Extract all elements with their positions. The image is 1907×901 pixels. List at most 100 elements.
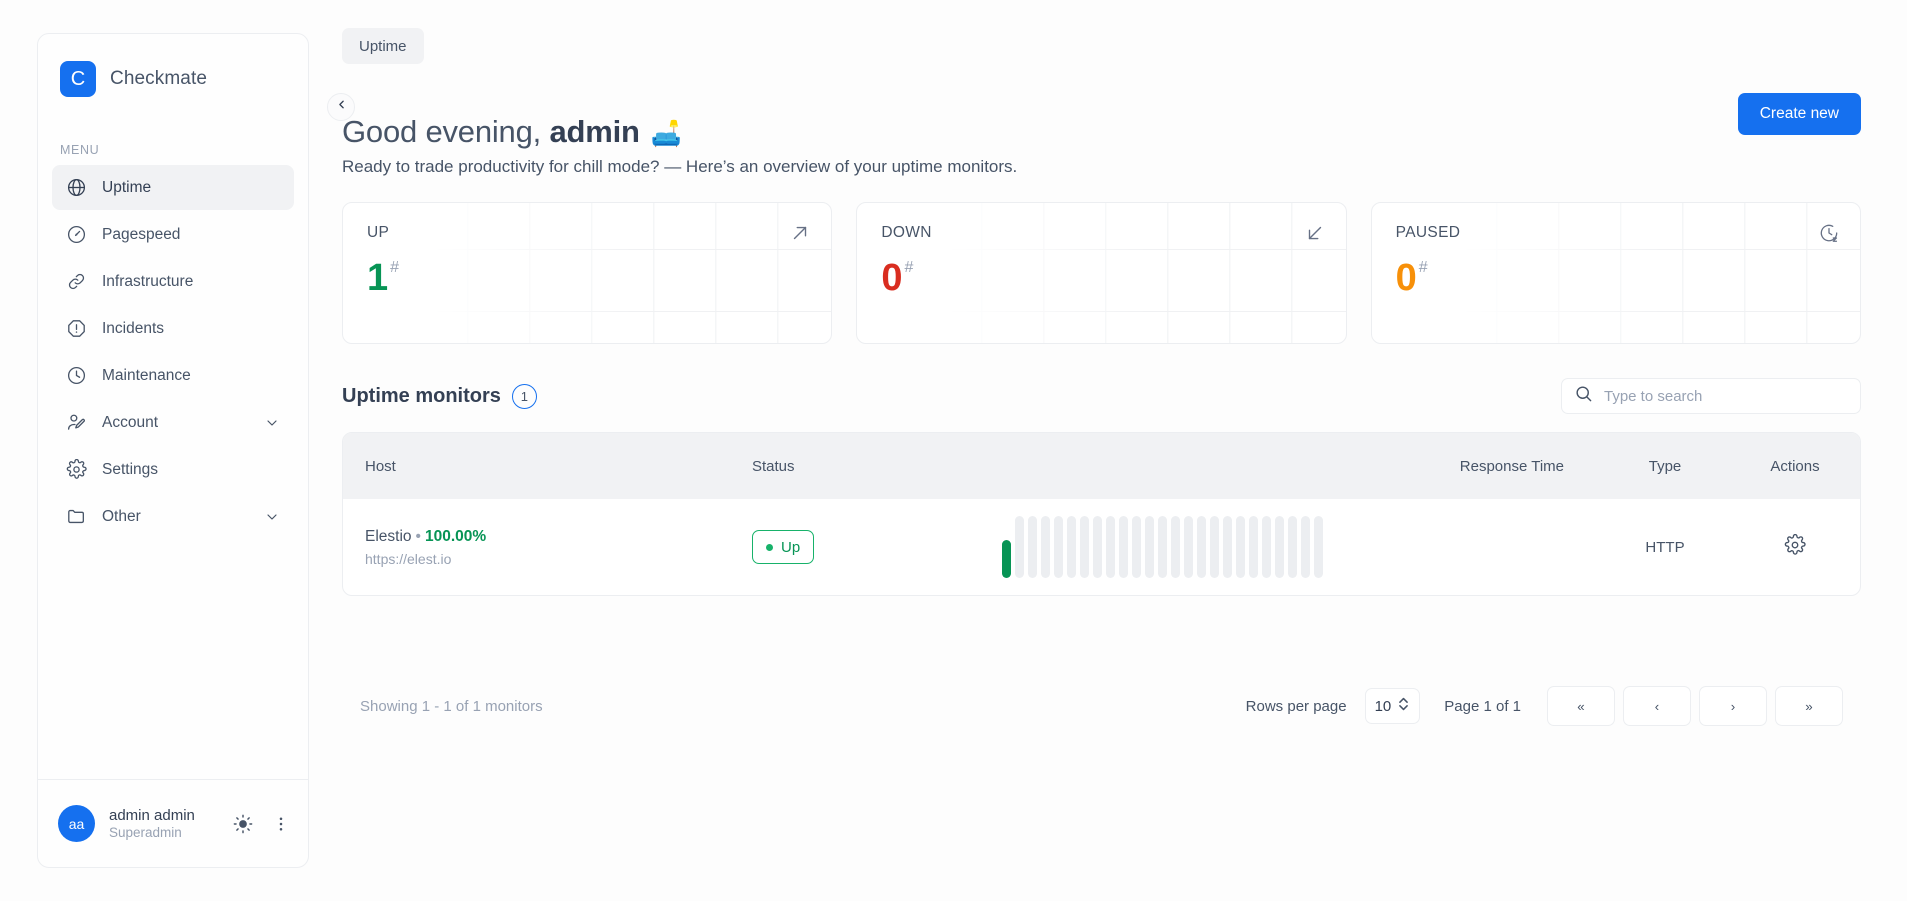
globe-icon — [66, 177, 87, 198]
sidebar-collapse-button[interactable] — [327, 93, 355, 121]
chevron-down-icon[interactable] — [264, 415, 280, 431]
alert-icon — [66, 318, 87, 339]
response-bar — [1262, 516, 1271, 578]
response-bar — [1288, 516, 1297, 578]
user-edit-icon — [66, 412, 87, 433]
brand: C Checkmate — [38, 34, 308, 97]
gear-icon — [66, 459, 87, 480]
stat-card-title: DOWN — [881, 224, 1321, 242]
menu-section-label: MENU — [38, 97, 308, 165]
link-icon — [66, 271, 87, 292]
sun-icon[interactable] — [232, 813, 254, 835]
rows-per-page-label: Rows per page — [1246, 698, 1347, 715]
sidebar-item-maintenance[interactable]: Maintenance — [52, 353, 294, 398]
stat-card-value-wrap: 0# — [881, 259, 913, 297]
first-page-button[interactable]: « — [1547, 686, 1615, 726]
response-bar — [1119, 516, 1128, 578]
column-header-status: Status — [730, 433, 980, 499]
stepper-icon — [1397, 695, 1410, 717]
arrow-up-right-icon — [789, 222, 811, 244]
response-bar — [1054, 516, 1063, 578]
brand-logo: C — [60, 61, 96, 97]
rows-per-page-value: 10 — [1375, 698, 1392, 715]
sidebar-nav: Uptime Pagespeed Infrastructure Incidents Ma… — [38, 165, 308, 539]
response-bar — [1184, 516, 1193, 578]
clock-pause-icon — [1818, 222, 1840, 244]
brand-name: Checkmate — [110, 68, 207, 90]
chevron-down-icon[interactable] — [264, 509, 280, 525]
avatar: aa — [58, 805, 95, 842]
stat-card-title: PAUSED — [1396, 224, 1836, 242]
breadcrumb[interactable]: Uptime — [342, 28, 424, 64]
stat-card-unit: # — [1419, 260, 1428, 276]
sidebar-item-uptime[interactable]: Uptime — [52, 165, 294, 210]
app-root: C Checkmate MENU Uptime Pagespeed Infrastr… — [0, 0, 1907, 901]
sidebar-item-other[interactable]: Other — [52, 494, 294, 539]
cell-status: Up — [730, 499, 980, 595]
table-header-row: Host Status Response Time Type Actions — [343, 433, 1860, 499]
response-bar — [1197, 516, 1206, 578]
cell-actions — [1730, 499, 1860, 595]
response-bar — [1275, 516, 1284, 578]
couch-emoji: 🛋️ — [651, 120, 682, 149]
response-bar — [1236, 516, 1245, 578]
sidebar-item-label: Other — [102, 508, 141, 526]
table-row[interactable]: Elestio•100.00%https://elest.ioUp HTTP — [343, 499, 1860, 595]
search-box[interactable] — [1561, 378, 1861, 414]
stat-card-up: UP1# — [342, 202, 832, 344]
sidebar-item-account[interactable]: Account — [52, 400, 294, 445]
sidebar-item-label: Infrastructure — [102, 273, 193, 291]
table-footer: Showing 1 - 1 of 1 monitors Rows per pag… — [342, 686, 1861, 726]
response-bar — [1028, 516, 1037, 578]
column-header-host: Host — [343, 433, 730, 499]
showing-text: Showing 1 - 1 of 1 monitors — [360, 698, 543, 715]
column-header-type: Type — [1600, 433, 1730, 499]
monitors-count-badge: 1 — [512, 384, 537, 409]
monitors-table: Host Status Response Time Type Actions E… — [342, 432, 1861, 596]
stat-card-value: 0 — [881, 259, 902, 297]
sidebar: C Checkmate MENU Uptime Pagespeed Infrastr… — [0, 0, 342, 901]
monitors-title: Uptime monitors — [342, 385, 501, 408]
gauge-icon — [66, 224, 87, 245]
sidebar-item-label: Account — [102, 414, 158, 432]
create-new-button[interactable]: Create new — [1738, 93, 1861, 135]
user-profile[interactable]: aa admin admin Superadmin — [38, 779, 308, 867]
chevron-left-icon — [335, 98, 348, 116]
page-subtitle: Ready to trade productivity for chill mo… — [342, 157, 1861, 177]
prev-page-button[interactable]: ‹ — [1623, 686, 1691, 726]
next-page-button[interactable]: › — [1699, 686, 1767, 726]
sidebar-item-label: Uptime — [102, 179, 151, 197]
sidebar-item-settings[interactable]: Settings — [52, 447, 294, 492]
cell-type: HTTP — [1600, 499, 1730, 595]
stat-card-value-wrap: 0# — [1396, 259, 1428, 297]
host-label: Elestio — [365, 528, 412, 545]
sidebar-item-infrastructure[interactable]: Infrastructure — [52, 259, 294, 304]
response-bar — [1093, 516, 1102, 578]
cell-host: Elestio•100.00%https://elest.io — [343, 499, 730, 595]
response-bar — [1132, 516, 1141, 578]
kebab-menu-icon[interactable] — [272, 815, 290, 833]
response-time-chart — [1002, 516, 1578, 578]
stat-card-paused: PAUSED 0# — [1371, 202, 1861, 344]
sidebar-item-incidents[interactable]: Incidents — [52, 306, 294, 351]
response-bar — [1106, 516, 1115, 578]
rows-per-page-select[interactable]: 10 — [1365, 688, 1421, 724]
sidebar-item-pagespeed[interactable]: Pagespeed — [52, 212, 294, 257]
profile-name: admin admin — [109, 807, 195, 824]
response-bar — [1301, 516, 1310, 578]
last-page-button[interactable]: » — [1775, 686, 1843, 726]
sidebar-item-label: Settings — [102, 461, 158, 479]
sidebar-item-label: Maintenance — [102, 367, 191, 385]
folder-icon — [66, 506, 87, 527]
page-title: Good evening, admin 🛋️ — [342, 114, 1861, 150]
column-header-response-time: Response Time — [980, 433, 1600, 499]
response-bar — [1041, 516, 1050, 578]
arrow-down-left-icon — [1304, 222, 1326, 244]
greeting-name: admin — [549, 114, 639, 149]
gear-icon[interactable] — [1784, 534, 1806, 556]
sidebar-item-label: Incidents — [102, 320, 164, 338]
search-input[interactable] — [1604, 388, 1848, 405]
response-bar — [1210, 516, 1219, 578]
response-bar — [1002, 540, 1011, 578]
stat-card-value: 1 — [367, 259, 388, 297]
